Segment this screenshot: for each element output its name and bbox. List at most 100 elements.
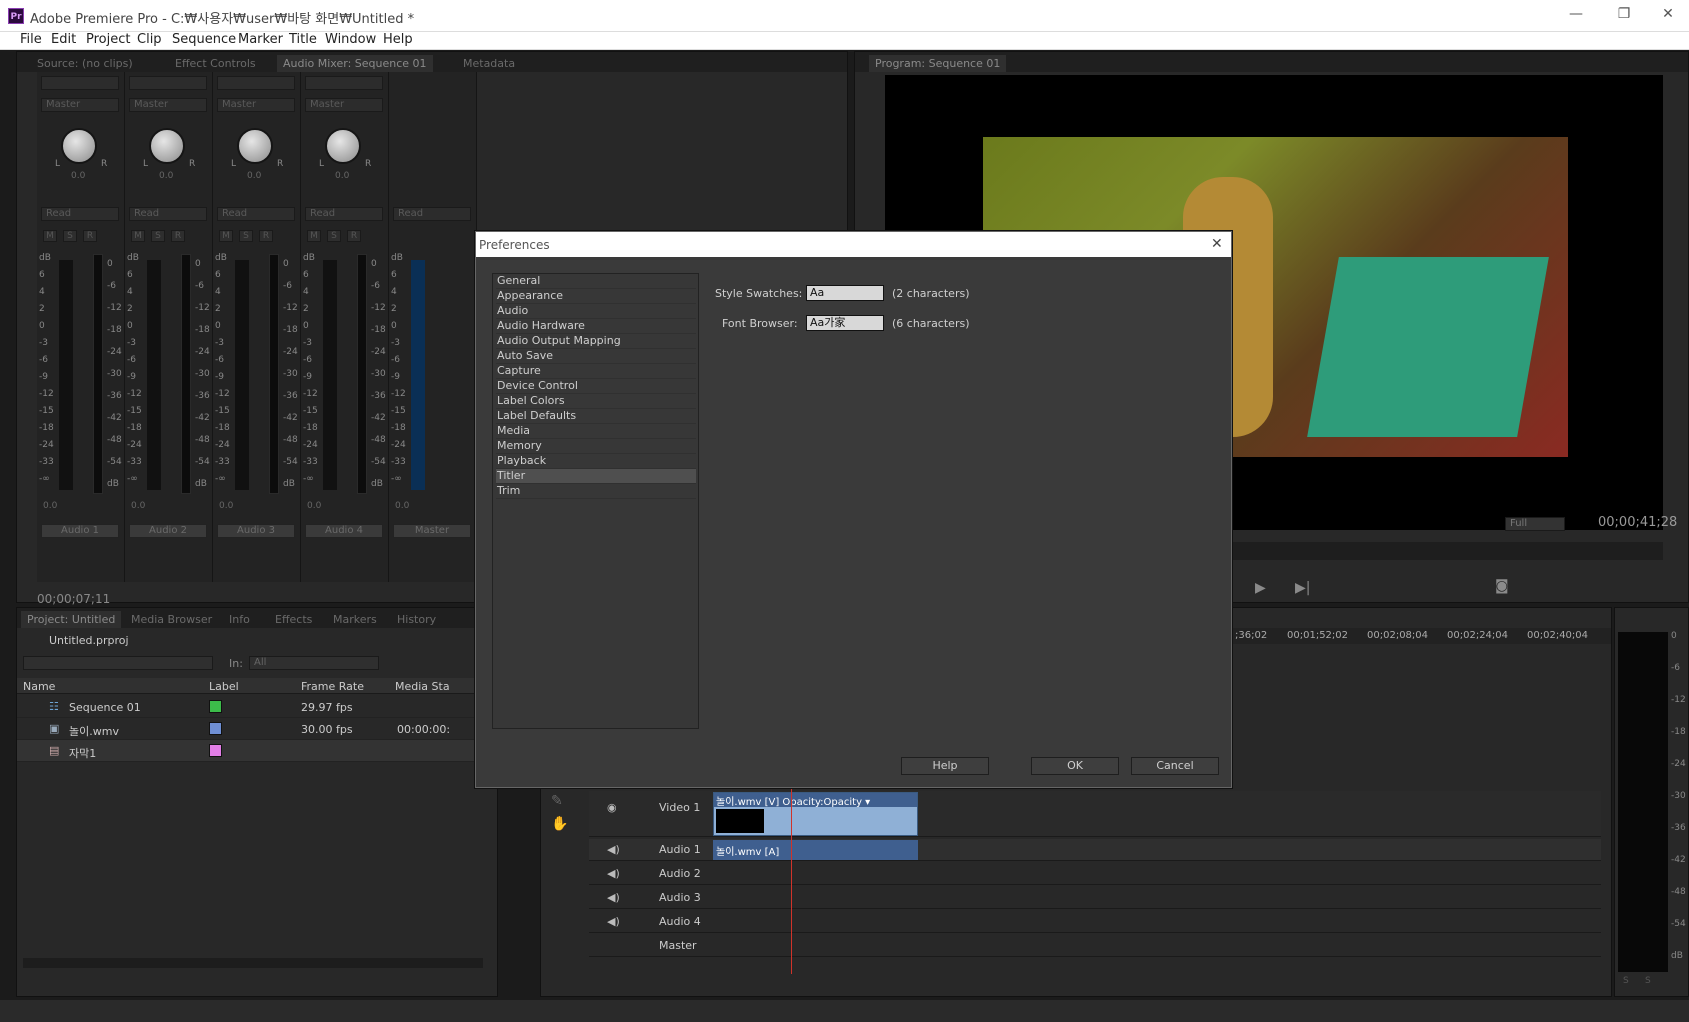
table-row[interactable]: ☷ Sequence 01 29.97 fps	[17, 696, 497, 718]
speaker-icon[interactable]: ◀)	[607, 891, 620, 904]
category-playback[interactable]: Playback	[496, 454, 696, 469]
speaker-icon[interactable]: ◀)	[607, 915, 620, 928]
tab-metadata[interactable]: Metadata	[457, 55, 521, 72]
play-button-icon[interactable]: ▶	[1255, 580, 1266, 596]
msr-r-button[interactable]: R	[171, 230, 185, 242]
category-device-control[interactable]: Device Control	[496, 379, 696, 394]
volume-fader[interactable]	[147, 260, 161, 490]
automation-dropdown[interactable]: Read	[217, 207, 295, 221]
help-button[interactable]: Help	[901, 757, 989, 775]
channel-input-dropdown[interactable]	[129, 76, 207, 90]
tab-program[interactable]: Program: Sequence 01	[869, 55, 1007, 72]
menu-window[interactable]: Window	[325, 32, 376, 47]
in-dropdown[interactable]: All	[249, 656, 379, 670]
msr-m-button[interactable]: M	[43, 230, 57, 242]
style-swatches-input[interactable]: Aa	[806, 285, 884, 301]
col-name[interactable]: Name	[23, 680, 55, 693]
menu-file[interactable]: File	[20, 32, 42, 47]
category-label-colors[interactable]: Label Colors	[496, 394, 696, 409]
automation-dropdown[interactable]: Read	[129, 207, 207, 221]
solo-left-button[interactable]: S	[1623, 976, 1629, 986]
step-forward-icon[interactable]: ▶|	[1295, 580, 1310, 596]
project-scrollbar[interactable]	[23, 958, 483, 968]
menu-sequence[interactable]: Sequence	[172, 32, 236, 47]
menu-help[interactable]: Help	[383, 32, 413, 47]
msr-r-button[interactable]: R	[83, 230, 97, 242]
col-label[interactable]: Label	[209, 680, 239, 693]
category-auto-save[interactable]: Auto Save	[496, 349, 696, 364]
msr-m-button[interactable]: M	[307, 230, 321, 242]
tab-history[interactable]: History	[391, 611, 442, 628]
volume-fader[interactable]	[235, 260, 249, 490]
automation-dropdown[interactable]: Read	[41, 207, 119, 221]
hand-tool-icon[interactable]: ✋	[551, 816, 568, 832]
category-audio-output-mapping[interactable]: Audio Output Mapping	[496, 334, 696, 349]
video-clip[interactable]: 놀이.wmv [V] Opacity:Opacity ▾	[713, 792, 918, 836]
volume-fader[interactable]	[323, 260, 337, 490]
pan-knob[interactable]	[61, 128, 97, 164]
msr-s-button[interactable]: S	[327, 230, 341, 242]
category-titler[interactable]: Titler	[496, 469, 696, 484]
table-row[interactable]: ▣ 놀이.wmv 30.00 fps 00:00:00:	[17, 718, 497, 740]
menu-edit[interactable]: Edit	[51, 32, 76, 47]
channel-output-dropdown[interactable]: Master	[41, 98, 119, 112]
eye-icon[interactable]: ◉	[607, 801, 617, 814]
solo-right-button[interactable]: S	[1645, 976, 1651, 986]
category-trim[interactable]: Trim	[496, 484, 696, 499]
menu-title[interactable]: Title	[289, 32, 317, 47]
channel-input-dropdown[interactable]	[217, 76, 295, 90]
category-appearance[interactable]: Appearance	[496, 289, 696, 304]
menu-project[interactable]: Project	[86, 32, 130, 47]
pan-knob[interactable]	[325, 128, 361, 164]
msr-s-button[interactable]: S	[63, 230, 77, 242]
zoom-dropdown[interactable]: Full	[1505, 517, 1565, 531]
msr-s-button[interactable]: S	[239, 230, 253, 242]
category-capture[interactable]: Capture	[496, 364, 696, 379]
pen-tool-icon[interactable]: ✎	[551, 793, 563, 809]
tab-source[interactable]: Source: (no clips)	[31, 55, 139, 72]
tab-audio-mixer[interactable]: Audio Mixer: Sequence 01	[277, 55, 433, 72]
speaker-icon[interactable]: ◀)	[607, 843, 620, 856]
close-window-button[interactable]: ✕	[1648, 6, 1688, 26]
tab-info[interactable]: Info	[223, 611, 256, 628]
msr-s-button[interactable]: S	[151, 230, 165, 242]
category-audio[interactable]: Audio	[496, 304, 696, 319]
tab-markers[interactable]: Markers	[327, 611, 383, 628]
col-media-start[interactable]: Media Sta	[395, 680, 450, 693]
project-search-input[interactable]	[23, 656, 213, 670]
minimize-button[interactable]: —	[1556, 6, 1596, 26]
msr-m-button[interactable]: M	[219, 230, 233, 242]
dialog-close-button[interactable]: ✕	[1211, 236, 1223, 252]
master-fader[interactable]	[411, 260, 425, 490]
category-label-defaults[interactable]: Label Defaults	[496, 409, 696, 424]
category-memory[interactable]: Memory	[496, 439, 696, 454]
speaker-icon[interactable]: ◀)	[607, 867, 620, 880]
tab-effects[interactable]: Effects	[269, 611, 318, 628]
col-frame-rate[interactable]: Frame Rate	[301, 680, 364, 693]
channel-output-dropdown[interactable]: Master	[217, 98, 295, 112]
category-audio-hardware[interactable]: Audio Hardware	[496, 319, 696, 334]
export-frame-icon[interactable]: ◙	[1495, 578, 1509, 594]
channel-output-dropdown[interactable]: Master	[129, 98, 207, 112]
channel-output-dropdown[interactable]: Master	[305, 98, 383, 112]
font-browser-input[interactable]: Aa가家	[806, 315, 884, 331]
audio-clip[interactable]: 놀이.wmv [A]	[713, 840, 918, 860]
menu-marker[interactable]: Marker	[238, 32, 283, 47]
tab-media-browser[interactable]: Media Browser	[125, 611, 218, 628]
automation-dropdown[interactable]: Read	[305, 207, 383, 221]
tab-project[interactable]: Project: Untitled	[21, 611, 122, 628]
category-general[interactable]: General	[496, 274, 696, 289]
pan-knob[interactable]	[149, 128, 185, 164]
automation-dropdown[interactable]: Read	[393, 207, 471, 221]
menu-clip[interactable]: Clip	[137, 32, 162, 47]
cancel-button[interactable]: Cancel	[1131, 757, 1219, 775]
msr-r-button[interactable]: R	[347, 230, 361, 242]
ok-button[interactable]: OK	[1031, 757, 1119, 775]
msr-m-button[interactable]: M	[131, 230, 145, 242]
channel-input-dropdown[interactable]	[305, 76, 383, 90]
volume-fader[interactable]	[59, 260, 73, 490]
msr-r-button[interactable]: R	[259, 230, 273, 242]
tab-effect-controls[interactable]: Effect Controls	[169, 55, 262, 72]
category-media[interactable]: Media	[496, 424, 696, 439]
channel-input-dropdown[interactable]	[41, 76, 119, 90]
